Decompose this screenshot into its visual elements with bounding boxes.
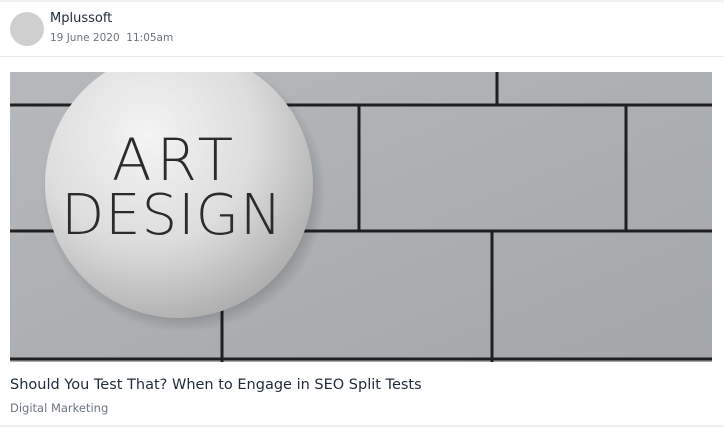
- art-design-sign-photo: ART DESIGN: [10, 72, 712, 362]
- post-category[interactable]: Digital Marketing: [10, 400, 108, 416]
- post-header: Mplussoft 19 June 2020 11:05am: [0, 2, 724, 57]
- author-avatar[interactable]: [10, 12, 44, 46]
- author-name[interactable]: Mplussoft: [50, 11, 112, 27]
- post-card: Mplussoft 19 June 2020 11:05am ART DESIG…: [0, 0, 724, 427]
- post-timestamp: 19 June 2020 11:05am: [50, 32, 174, 44]
- post-image[interactable]: ART DESIGN: [10, 72, 712, 362]
- post-title[interactable]: Should You Test That? When to Engage in …: [10, 375, 422, 395]
- sign-text-design: DESIGN: [61, 183, 283, 248]
